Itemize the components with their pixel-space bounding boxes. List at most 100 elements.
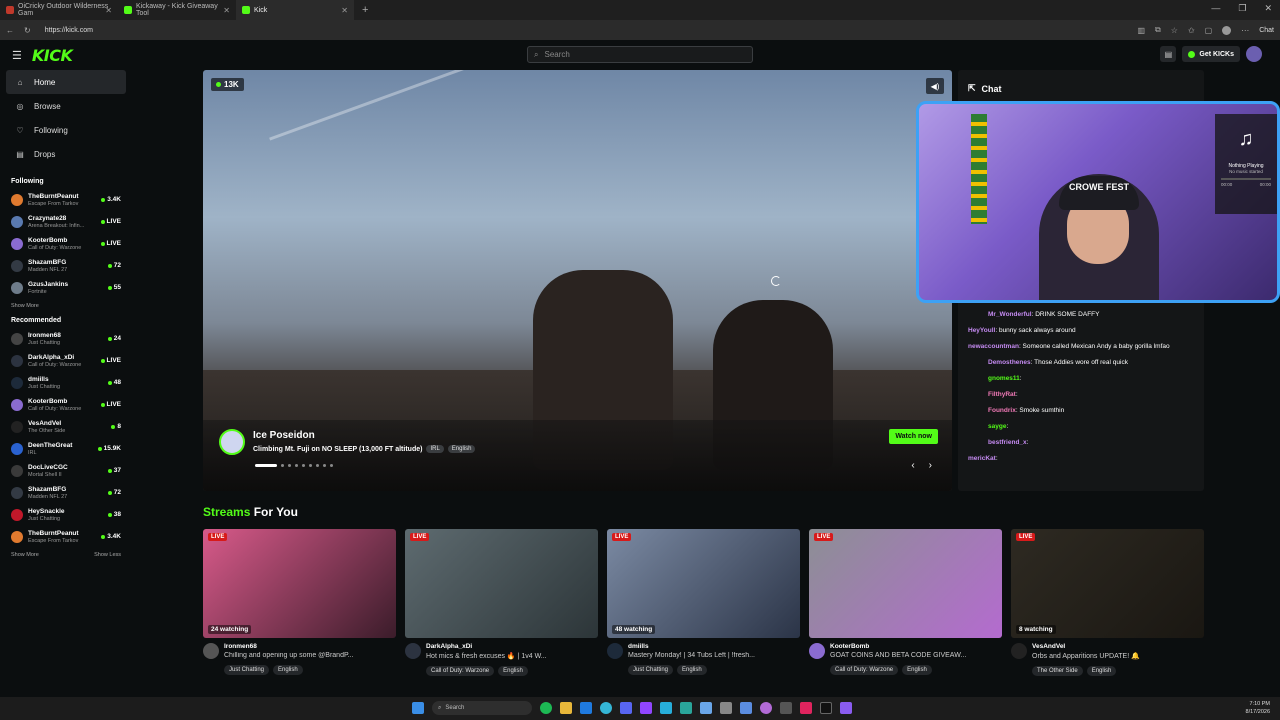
kick-logo[interactable]: KICK (32, 46, 73, 65)
stream-tag[interactable]: Call of Duty: Warzone (830, 665, 899, 675)
chat-username[interactable]: gnomes11 (988, 375, 1020, 382)
stream-tag[interactable]: English (447, 445, 476, 453)
sidebar-channel[interactable]: ShazamBFG Madden NFL 27 72 (0, 255, 132, 277)
stream-title[interactable]: Hot mics & fresh excuses 🔥 | 1v4 W... (426, 652, 596, 660)
streamer-avatar[interactable] (219, 429, 245, 455)
show-more-link[interactable]: Show More (11, 303, 39, 309)
mail-icon[interactable] (780, 702, 792, 714)
sidebar-channel[interactable]: KooterBomb Call of Duty: Warzone LIVE (0, 394, 132, 416)
stream-tag[interactable]: English (1086, 666, 1117, 676)
menu-icon[interactable]: ☰ (12, 49, 22, 62)
sidebar-item-following[interactable]: ♡ Following (6, 118, 126, 142)
stream-tag[interactable]: English (498, 666, 528, 676)
popout-icon[interactable]: ⇱ (968, 83, 976, 94)
chevron-left-icon[interactable]: ‹ (911, 460, 914, 471)
collections-icon[interactable]: ▢ (1205, 26, 1213, 35)
taskbar-search[interactable]: ⌕ Search (432, 701, 532, 715)
stream-card[interactable]: LIVE DarkAlpha_xDi Hot mics & fresh excuse… (405, 529, 598, 676)
stream-title[interactable]: GOAT COINS AND BETA CODE GIVEAW... (830, 652, 1000, 659)
app-icon[interactable] (800, 702, 812, 714)
sidebar-channel[interactable]: TheBurntPeanut Escape From Tarkov 3.4K (0, 189, 132, 211)
favorites-icon[interactable]: ✩ (1188, 26, 1195, 35)
stream-card[interactable]: LIVE 8 watching VesAndVel Orbs and Appariti… (1011, 529, 1204, 676)
chat-username[interactable]: mericKat (968, 455, 996, 462)
show-less-link[interactable]: Show Less (94, 552, 121, 558)
carousel-dot[interactable] (295, 464, 298, 467)
library-icon[interactable]: ▤ (1160, 46, 1177, 62)
reload-icon[interactable]: ↻ (24, 26, 31, 35)
carousel-dot[interactable] (288, 464, 291, 467)
get-kicks-button[interactable]: Get KICKs (1182, 46, 1240, 62)
new-tab-icon[interactable]: + (362, 4, 368, 16)
windows-start-icon[interactable] (412, 702, 424, 714)
mute-button[interactable]: ◀) (926, 78, 944, 94)
chat-username[interactable]: Demosthenes (988, 359, 1031, 366)
close-icon[interactable]: ✕ (341, 6, 348, 15)
stream-card[interactable]: LIVE 48 watching dmiills Mastery Monday! | … (607, 529, 800, 676)
user-avatar[interactable] (1246, 46, 1262, 62)
carousel-dot[interactable] (302, 464, 305, 467)
minimize-icon[interactable]: — (1211, 3, 1220, 14)
chat-username[interactable]: sayge (988, 423, 1006, 430)
edge-icon[interactable] (580, 702, 592, 714)
browser-icon[interactable] (600, 702, 612, 714)
stream-tag[interactable]: IRL (426, 445, 444, 453)
stream-tag[interactable]: The Other Side (1032, 666, 1083, 676)
browser-tab-3[interactable]: Kick ✕ (236, 0, 354, 20)
chat-username[interactable]: Mr_Wonderful (988, 311, 1032, 318)
url-field[interactable]: https://kick.com (45, 27, 93, 34)
sidebar-channel[interactable]: Crazynate28 Arena Breakout: Infin... LIVE (0, 211, 132, 233)
stream-thumbnail[interactable]: LIVE 48 watching (607, 529, 800, 638)
channel-avatar[interactable] (203, 643, 219, 659)
stream-title[interactable]: Chilling and opening up some @BrandP... (224, 652, 394, 659)
channel-avatar[interactable] (1011, 643, 1027, 659)
channel-name[interactable]: Ironmen68 (224, 643, 394, 650)
channel-name[interactable]: dmiills (628, 643, 798, 650)
stream-tag[interactable]: Call of Duty: Warzone (426, 666, 495, 676)
extensions-icon[interactable]: ⧉ (1155, 25, 1161, 35)
sidebar-channel[interactable]: DeenTheGreat IRL 15.9K (0, 438, 132, 460)
close-window-icon[interactable]: ✕ (1264, 3, 1272, 14)
app-icon[interactable] (740, 702, 752, 714)
streamer-name[interactable]: Ice Poseidon (253, 430, 315, 441)
stream-title[interactable]: Orbs and Apparitions UPDATE! 🔔 (1032, 652, 1202, 660)
carousel-dot[interactable] (309, 464, 312, 467)
carousel-dot[interactable] (316, 464, 319, 467)
reader-icon[interactable]: ▥ (1137, 26, 1145, 35)
sidebar-item-home[interactable]: ⌂ Home (6, 70, 126, 94)
sidebar-channel[interactable]: VesAndVel The Other Side 8 (0, 416, 132, 438)
sidebar-channel[interactable]: HeySnackle Just Chatting 38 (0, 504, 132, 526)
chat-username[interactable]: FilthyRat (988, 391, 1016, 398)
close-icon[interactable]: ✕ (223, 6, 230, 15)
stream-tag[interactable]: English (273, 665, 303, 675)
twitch-icon[interactable] (640, 702, 652, 714)
channel-avatar[interactable] (809, 643, 825, 659)
browser-tab-2[interactable]: Kickaway - Kick Giveaway Tool ✕ (118, 0, 236, 20)
app-icon[interactable] (760, 702, 772, 714)
stream-tag[interactable]: English (902, 665, 932, 675)
channel-name[interactable]: KooterBomb (830, 643, 1000, 650)
app-icon[interactable] (680, 702, 692, 714)
sidebar-item-browse[interactable]: ◎ Browse (6, 94, 126, 118)
copilot-chat-button[interactable]: Chat (1259, 27, 1274, 34)
more-icon[interactable]: ⋯ (1241, 26, 1249, 35)
channel-name[interactable]: VesAndVel (1032, 643, 1202, 650)
app-icon[interactable] (840, 702, 852, 714)
browser-tab-1[interactable]: OiCricky Outdoor Wilderness Gam ✕ (0, 0, 118, 20)
back-icon[interactable]: ← (6, 26, 14, 35)
carousel-dot[interactable] (323, 464, 326, 467)
stream-card[interactable]: LIVE KooterBomb GOAT COINS AND BETA CODE G… (809, 529, 1002, 676)
sidebar-channel[interactable]: TheBurntPeanut Escape From Tarkov 3.4K (0, 526, 132, 548)
sidebar-channel[interactable]: GzusJankins Fortnite 55 (0, 277, 132, 299)
featured-stream-player[interactable]: 13K ◀) Ice Poseidon Climbing Mt. Fuji on… (203, 70, 952, 491)
channel-avatar[interactable] (607, 643, 623, 659)
chat-username[interactable]: Foundrix (988, 407, 1016, 414)
stream-title[interactable]: Mastery Monday! | 34 Tubs Left | !fresh.… (628, 652, 798, 659)
close-icon[interactable]: ✕ (105, 6, 112, 15)
camera-icon[interactable] (720, 702, 732, 714)
stream-thumbnail[interactable]: LIVE (405, 529, 598, 638)
chat-username[interactable]: HeyYoull (968, 327, 995, 334)
chat-username[interactable]: bestfriend_x (988, 439, 1027, 446)
app-icon[interactable] (700, 702, 712, 714)
discord-icon[interactable] (620, 702, 632, 714)
